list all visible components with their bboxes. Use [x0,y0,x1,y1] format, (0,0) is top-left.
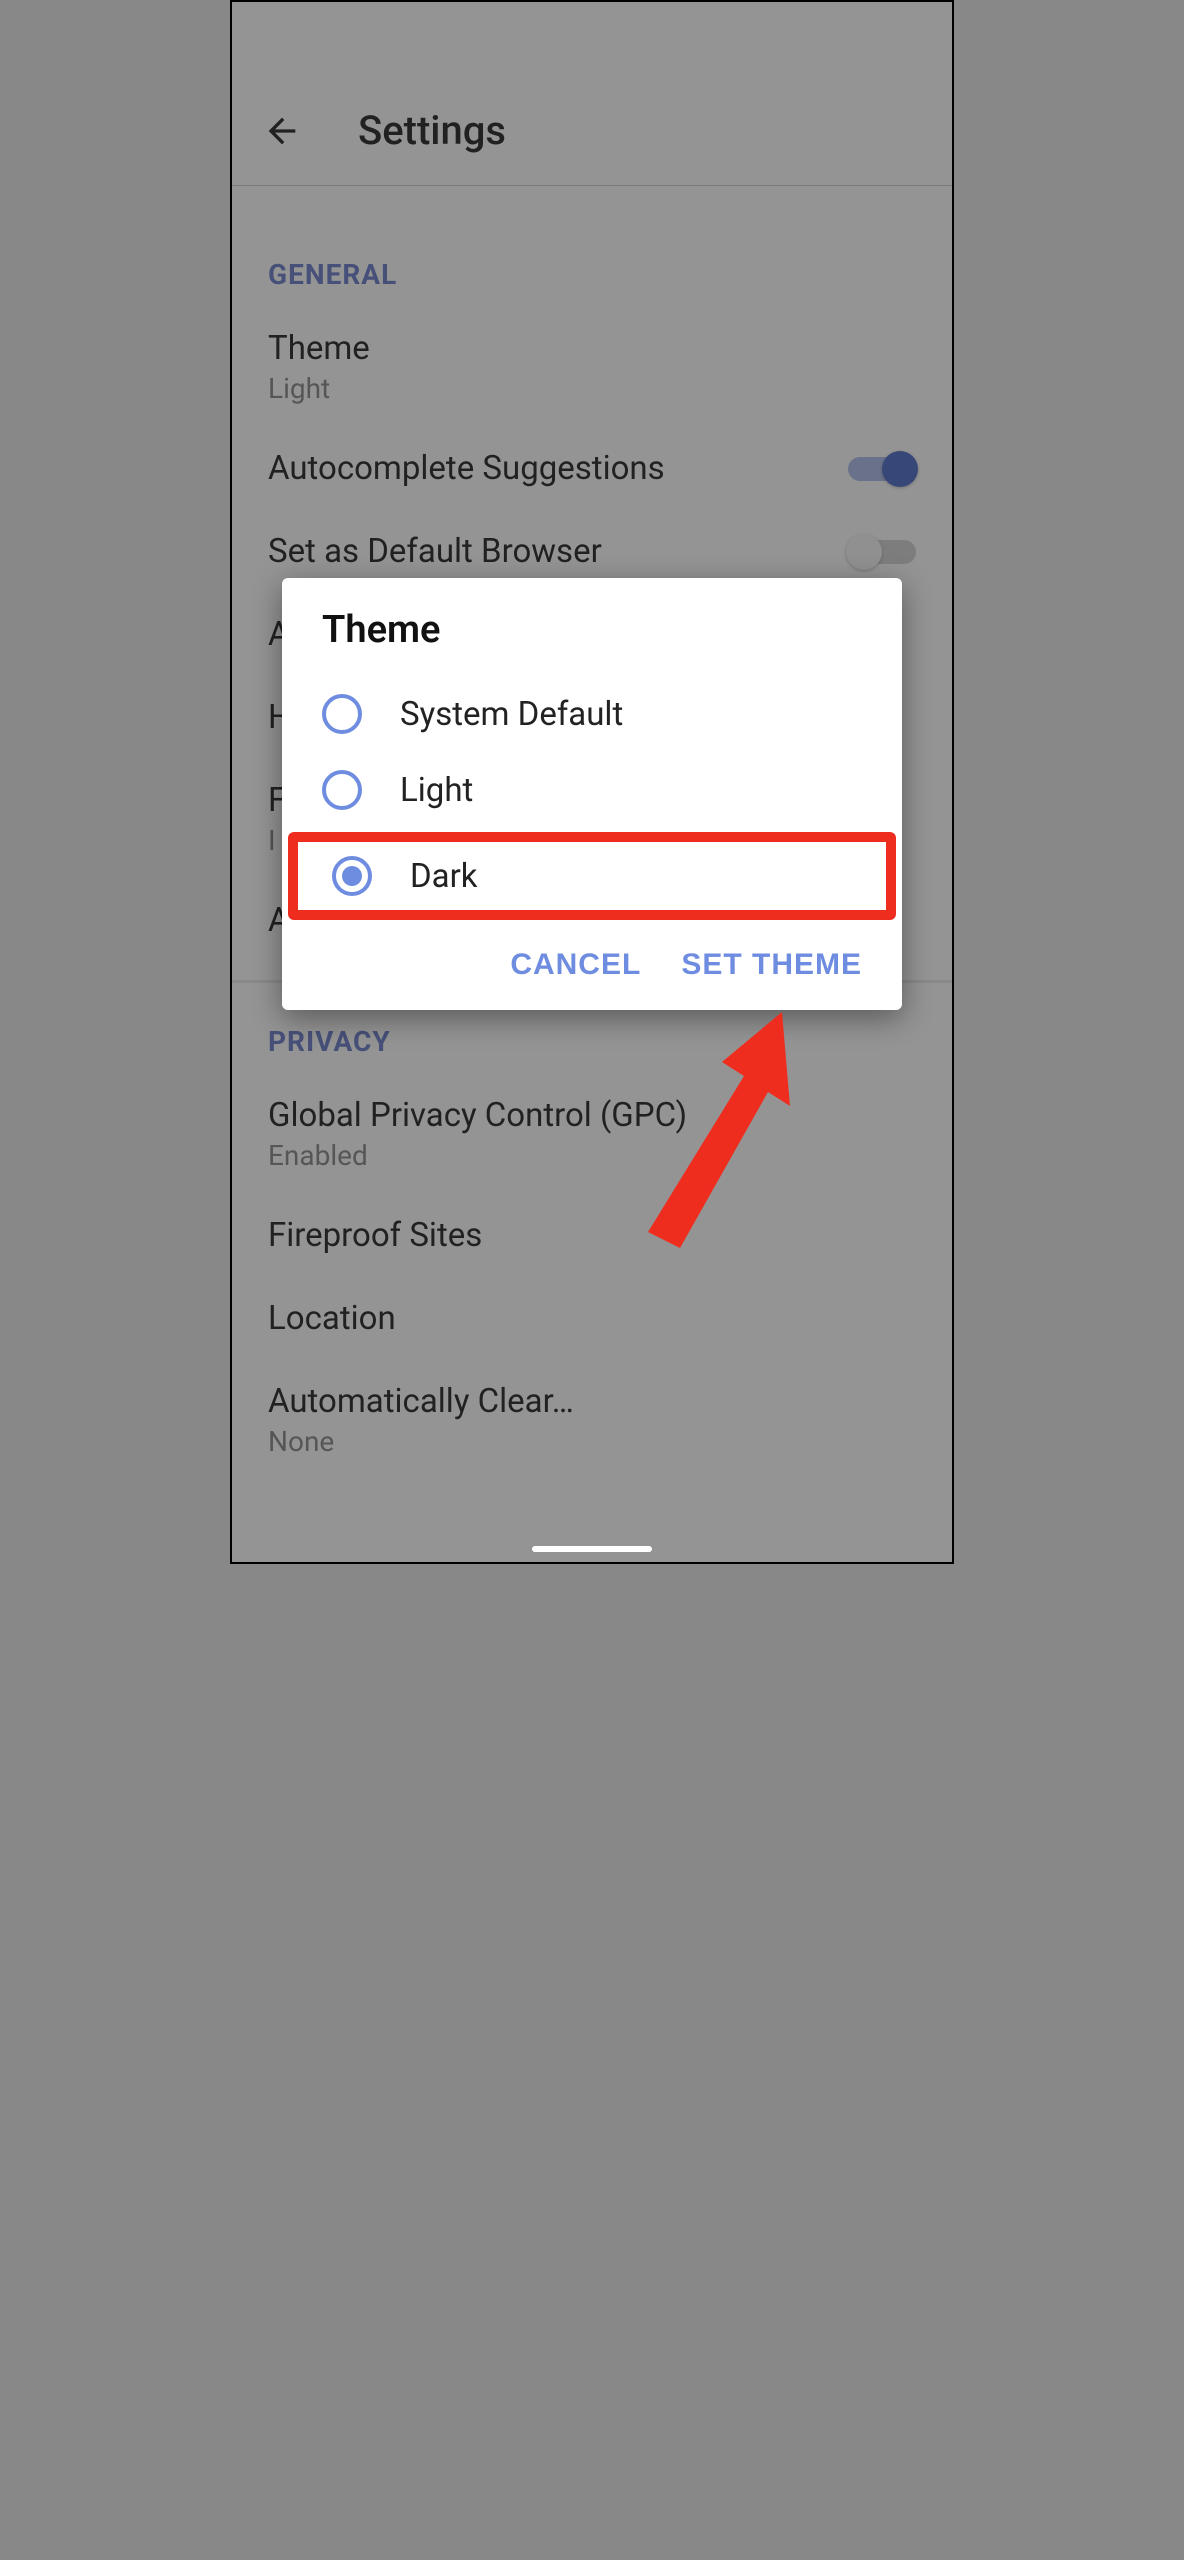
dialog-title: Theme [282,608,902,676]
device-frame: 7:26 G LTE [230,0,954,1564]
setting-location-title: Location [268,1299,396,1338]
signal-icon [806,23,832,56]
app-bar: Settings [232,76,952,186]
status-time: 7:26 [328,23,383,56]
hotspot-icon [714,23,740,56]
radio-icon [332,856,372,896]
setting-gpc[interactable]: Global Privacy Control (GPC) Enabled [232,1074,952,1194]
cancel-button[interactable]: CANCEL [510,948,641,982]
back-arrow-icon[interactable] [262,111,302,151]
radio-icon [322,694,362,734]
setting-auto-clear-title: Automatically Clear… [268,1382,574,1421]
network-type-label: LTE [750,23,795,56]
section-header-privacy: PRIVACY [232,1001,952,1074]
setting-gpc-title: Global Privacy Control (GPC) [268,1096,687,1135]
setting-location[interactable]: Location [232,1277,952,1360]
setting-fireproof-title: Fireproof Sites [268,1216,482,1255]
setting-theme-title: Theme [268,329,370,368]
setting-theme[interactable]: Theme Light [232,307,952,427]
battery-icon [842,22,858,57]
gesture-bar[interactable] [532,1546,652,1552]
setting-autocomplete-title: Autocomplete Suggestions [268,449,665,488]
setting-gpc-value: Enabled [268,1139,687,1172]
theme-option-system-default[interactable]: System Default [282,676,902,752]
radio-label: Light [400,771,473,810]
page-title: Settings [358,107,506,154]
setting-auto-clear[interactable]: Automatically Clear… None [232,1360,952,1480]
battery-percent: 57% [868,23,920,56]
radio-icon [322,770,362,810]
status-bar: 7:26 G LTE [232,2,952,76]
autocomplete-toggle[interactable] [848,451,916,487]
setting-fireproof[interactable]: Fireproof Sites [232,1194,952,1277]
theme-dialog: Theme System Default Light Dark CANCEL S… [282,578,902,1010]
setting-auto-clear-value: None [268,1425,574,1458]
section-header-general: GENERAL [232,234,952,307]
setting-theme-value: Light [268,372,370,405]
radio-label: System Default [400,695,623,734]
setting-autocomplete[interactable]: Autocomplete Suggestions [232,427,952,510]
theme-option-light[interactable]: Light [282,752,902,828]
theme-option-dark[interactable]: Dark [298,842,886,910]
set-theme-button[interactable]: SET THEME [681,948,862,982]
annotation-highlight: Dark [288,832,896,920]
google-icon: G [393,22,413,57]
default-browser-toggle[interactable] [848,534,916,570]
radio-label: Dark [410,857,478,896]
setting-default-browser-title: Set as Default Browser [268,532,602,571]
